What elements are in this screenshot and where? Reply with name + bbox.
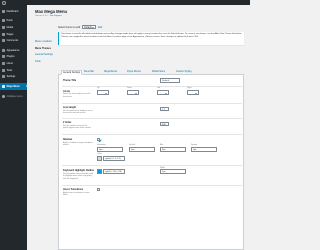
arrow-down-label: Down	[127, 87, 132, 89]
shadow-spread-input[interactable]: 0px	[191, 147, 217, 152]
arrow-down-select[interactable]	[127, 90, 139, 95]
arrow-right-select[interactable]	[187, 90, 199, 95]
shadow-spread-label: Spread	[191, 144, 198, 146]
shadow-color-swatch[interactable]	[97, 156, 102, 161]
sidebar-item-dashboard[interactable]: Dashboard	[0, 8, 27, 15]
collapse-menu-label: Collapse menu	[6, 94, 23, 98]
keyboard-highlight-color-swatch[interactable]	[97, 169, 102, 174]
dashboard-icon	[2, 9, 5, 13]
sidebar-item-pages[interactable]: Pages	[0, 31, 27, 38]
sidebar-item-label: Posts	[6, 19, 13, 23]
version-line: Version 2.9.1 · Get Support	[35, 15, 62, 17]
subnav-tools[interactable]: Tools	[35, 60, 57, 67]
sidebar-item-appearance[interactable]: Appearance	[0, 47, 27, 54]
sidebar-item-label: Comments	[6, 39, 19, 43]
sidebar-item-users[interactable]: Users	[0, 60, 27, 67]
sidebar-item-label: Media	[6, 25, 14, 29]
sidebar-item-label: Appearance	[6, 48, 20, 52]
hover-transitions-checkbox[interactable]	[97, 188, 101, 192]
shadow-checkbox[interactable]	[97, 138, 101, 142]
line-height-description: Set the general line height to use in th…	[63, 109, 93, 115]
shadow-horizontal-input[interactable]: 0px	[97, 147, 123, 152]
row-divider	[62, 185, 242, 186]
shadow-color-label: Color	[97, 153, 102, 155]
settings-subnav: Menu Locations Menu Themes General Setti…	[35, 40, 57, 66]
keyboard-highlight-description: Set the outline color and width used to …	[63, 172, 93, 180]
line-height-input[interactable]: 1.7	[160, 106, 169, 112]
sidebar-item-label: Dashboard	[6, 9, 19, 13]
theme-edit-link[interactable]: Edit	[98, 26, 102, 29]
theme-select[interactable]: Default	[82, 24, 97, 30]
admin-bar	[0, 0, 250, 5]
media-icon	[2, 25, 5, 29]
shadow-description: Apply a shadow to mega and flyout menus.	[63, 141, 93, 147]
wrench-icon	[2, 68, 5, 72]
users-icon	[2, 61, 5, 65]
theme-select-row: Select theme to edit Default Edit	[58, 24, 102, 30]
sidebar-item-label: Plugins	[6, 55, 15, 59]
support-link[interactable]: Get Support	[50, 15, 62, 17]
sidebar-item-plugins[interactable]: Plugins	[0, 54, 27, 61]
theme-editor-panel: Select theme to edit Default Edit This t…	[58, 24, 244, 250]
page-icon	[2, 32, 5, 36]
sidebar-item-label: Settings	[6, 75, 16, 79]
keyboard-highlight-color-input[interactable]: rgb(16, 150, 215)	[103, 169, 125, 174]
sidebar-item-mega-menu[interactable]: Mega Menu	[0, 83, 27, 90]
arrow-up-label: Up	[97, 87, 100, 89]
shadow-horizontal-label: Horizontal	[97, 144, 106, 146]
sidebar-item-tools[interactable]: Tools	[0, 67, 27, 74]
notice-text: This theme is used for all mobile and de…	[61, 32, 242, 39]
info-notice: This theme is used for all mobile and de…	[58, 31, 244, 45]
shadow-blur-input[interactable]: 5px	[160, 147, 186, 152]
wordpress-logo-icon[interactable]	[1, 0, 6, 5]
arrow-up-select[interactable]	[97, 90, 109, 95]
shadow-blur-label: Blur	[160, 144, 164, 146]
plug-icon	[2, 55, 5, 59]
arrow-left-select[interactable]	[157, 90, 169, 95]
general-settings-form: Theme Title Default Arrow Select the arr…	[58, 75, 244, 250]
current-page-arrow	[26, 84, 27, 87]
theme-select-label: Select theme to edit	[58, 25, 81, 29]
z-index-input[interactable]: 999	[160, 121, 169, 127]
shadow-vertical-input[interactable]: 0px	[129, 147, 155, 152]
theme-title-label: Theme Title	[63, 79, 77, 82]
hover-transitions-description: Apply hover transitions to menu items.	[63, 191, 90, 197]
shadow-color-input[interactable]: rgba(0, 0, 0, 0.1)	[103, 156, 125, 161]
sidebar-item-comments[interactable]: Comments	[0, 37, 27, 44]
keyboard-highlight-width-input[interactable]: 1px	[160, 169, 186, 174]
sidebar-item-label: Users	[6, 61, 13, 65]
mega-menu-icon	[2, 84, 5, 88]
pin-icon	[2, 19, 5, 23]
arrow-left-label: Left	[157, 87, 161, 89]
sidebar-item-label: Tools	[6, 68, 13, 72]
version-text: Version 2.9.1 ·	[35, 14, 50, 17]
row-divider	[62, 165, 242, 166]
admin-sidebar: Dashboard Posts Media Pages Comments App…	[0, 5, 27, 250]
sidebar-item-label: Pages	[6, 32, 14, 36]
collapse-menu-button[interactable]: Collapse menu	[0, 93, 27, 99]
brush-icon	[2, 48, 5, 52]
row-divider	[62, 118, 242, 119]
sidebar-item-settings[interactable]: Settings	[0, 73, 27, 80]
row-divider	[62, 85, 242, 87]
settings-icon	[2, 75, 5, 79]
comment-icon	[2, 39, 5, 43]
z-index-description: Set the z-index to ensure the panels app…	[63, 124, 92, 130]
row-divider	[62, 134, 242, 135]
sidebar-item-label: Mega Menu	[6, 84, 20, 88]
page-title: Max Mega Menu	[35, 8, 68, 14]
sidebar-item-media[interactable]: Media	[0, 24, 27, 31]
shadow-vertical-label: Vertical	[129, 144, 136, 146]
theme-title-input[interactable]: Default	[160, 78, 180, 83]
arrow-right-label: Right	[187, 87, 192, 89]
sidebar-item-posts[interactable]: Posts	[0, 18, 27, 25]
collapse-icon	[2, 94, 5, 98]
arrow-description: Select the arrow styles to use for the m…	[63, 93, 91, 98]
row-divider	[62, 103, 242, 104]
